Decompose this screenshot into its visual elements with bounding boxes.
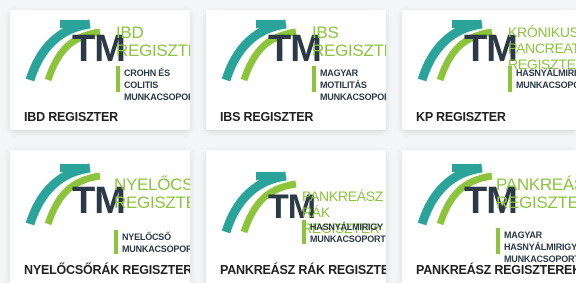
logo-accent-bar: [302, 220, 306, 244]
logo-accent-bar: [114, 230, 118, 254]
registry-card-ibs[interactable]: TM IBS REGISZTER MAGYAR MOTILITÁS MUNKAC…: [206, 10, 386, 130]
logo-subtitle: HASNYÁLMIRIGY MUNKACSOPORT: [310, 222, 386, 244]
logo-title: IBS REGISZTER: [312, 23, 386, 60]
ibs-registry-logo: TM IBS REGISZTER MAGYAR MOTILITÁS MUNKAC…: [206, 10, 386, 110]
registry-card-ibd[interactable]: TM IBD REGISZTER CROHN ÉS COLITIS MUNKAC…: [10, 10, 190, 130]
logo-subtitle: CROHN ÉS COLITIS MUNKACSOPORT: [124, 68, 190, 102]
pankreasz-rak-registry-logo: TM PANKREÁSZ RÁK REGISZTER HASNYÁLMIRIGY…: [206, 150, 386, 250]
logo-subtitle: MAGYAR MOTILITÁS MUNKACSOPORT: [320, 68, 386, 102]
ibd-registry-logo: TM IBD REGISZTER CROHN ÉS COLITIS MUNKAC…: [10, 10, 190, 110]
registry-card-pankreasz[interactable]: TM PANKREÁSZ REGISZTEREK MAGYAR HASNYÁLM…: [402, 150, 576, 283]
logo-title: NYELŐCSŐRÁK REGISZTER: [114, 175, 190, 212]
logo-accent-bar: [116, 66, 120, 92]
nyelocsorak-registry-logo: TM NYELŐCSŐRÁK REGISZTER NYELŐCSŐ MUNKAC…: [10, 150, 190, 254]
card-title[interactable]: KP REGISZTER: [416, 110, 506, 124]
card-title[interactable]: PANKREÁSZ RÁK REGISZTER: [220, 263, 386, 277]
logo-accent-bar: [496, 228, 500, 254]
registry-card-kp[interactable]: TM KRÓNIKUS PANCREATITIS REGISZTER HASNY…: [402, 10, 576, 130]
logo-accent-bar: [508, 66, 512, 92]
logo-accent-bar: [312, 66, 316, 92]
logo-subtitle: NYELŐCSŐ MUNKACSOPORT: [122, 232, 190, 254]
pankreasz-registry-logo: TM PANKREÁSZ REGISZTEREK MAGYAR HASNYÁLM…: [402, 150, 576, 264]
logo-subtitle: MAGYAR HASNYÁLMIRIGY MUNKACSOPORT: [504, 230, 576, 264]
registry-card-pankreasz-rak[interactable]: TM PANKREÁSZ RÁK REGISZTER HASNYÁLMIRIGY…: [206, 150, 386, 283]
kp-registry-logo: TM KRÓNIKUS PANCREATITIS REGISZTER HASNY…: [402, 10, 576, 110]
registry-card-nyelocsorak[interactable]: TM NYELŐCSŐRÁK REGISZTER NYELŐCSŐ MUNKAC…: [10, 150, 190, 283]
card-title[interactable]: NYELŐCSŐRÁK REGISZTER: [24, 263, 190, 277]
logo-title: PANKREÁSZ REGISZTEREK: [496, 175, 576, 212]
logo-title: KRÓNIKUS PANCREATITIS REGISZTER: [508, 24, 576, 72]
logo-subtitle: HASNYÁLMIRIGY MUNKACSOPORT: [516, 68, 576, 90]
card-title[interactable]: PANKREÁSZ REGISZTEREK: [416, 263, 576, 277]
card-title[interactable]: IBD REGISZTER: [24, 110, 118, 124]
card-title[interactable]: IBS REGISZTER: [220, 110, 313, 124]
logo-title: IBD REGISZTER: [116, 23, 190, 60]
